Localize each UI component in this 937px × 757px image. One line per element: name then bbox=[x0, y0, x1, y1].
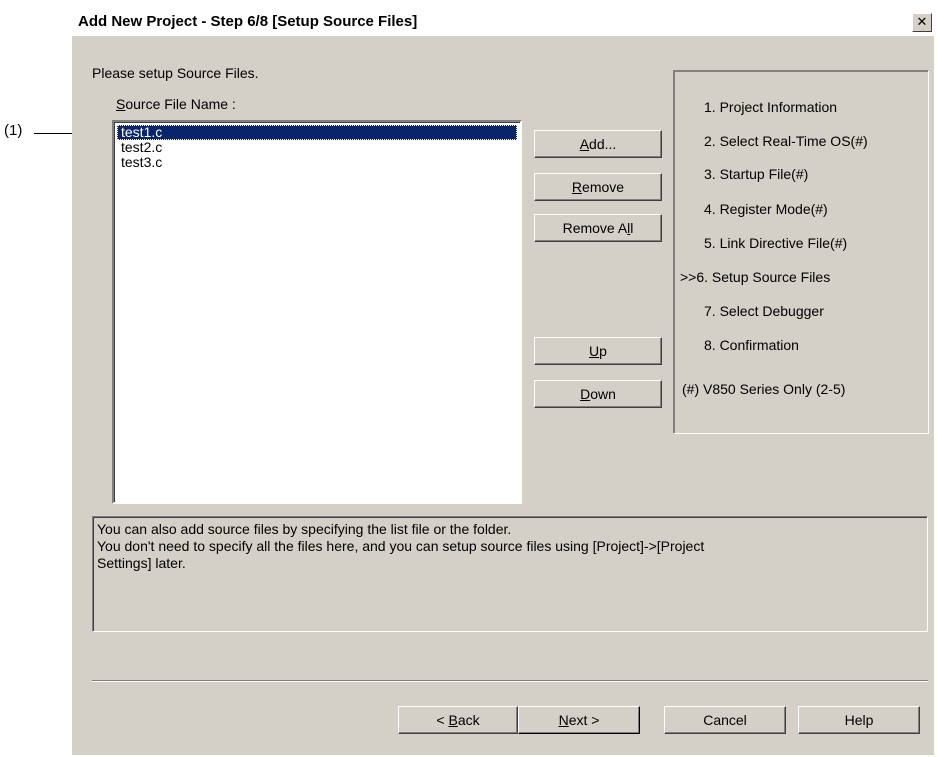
source-file-listbox[interactable]: test1.c test2.c test3.c bbox=[112, 120, 522, 504]
footer-separator bbox=[92, 680, 928, 682]
list-item[interactable]: test2.c bbox=[117, 140, 517, 155]
info-line: You don't need to specify all the files … bbox=[97, 538, 705, 554]
wizard-steps-panel: 1. Project Information 2. Select Real-Ti… bbox=[673, 70, 929, 434]
info-line: You can also add source files by specify… bbox=[97, 521, 512, 537]
next-button[interactable]: Next > bbox=[518, 706, 640, 734]
remove-button[interactable]: Remove bbox=[534, 173, 662, 201]
info-box: You can also add source files by specify… bbox=[92, 516, 928, 632]
step-5: 5. Link Directive File(#) bbox=[704, 235, 848, 251]
up-button[interactable]: Up bbox=[534, 337, 662, 365]
cancel-button[interactable]: Cancel bbox=[664, 706, 786, 734]
instruction-text: Please setup Source Files. bbox=[92, 65, 259, 81]
add-button[interactable]: Add... bbox=[534, 130, 662, 158]
source-file-name-label: Source File Name : bbox=[116, 96, 236, 112]
dialog-title: Add New Project - Step 6/8 [Setup Source… bbox=[78, 13, 418, 30]
callout-label: (1) bbox=[4, 122, 23, 139]
step-7: 7. Select Debugger bbox=[704, 303, 824, 319]
help-button[interactable]: Help bbox=[798, 706, 920, 734]
title-bar: Add New Project - Step 6/8 [Setup Source… bbox=[72, 10, 934, 36]
info-line: Settings] later. bbox=[97, 555, 186, 571]
down-button[interactable]: Down bbox=[534, 380, 662, 408]
list-item[interactable]: test1.c bbox=[117, 125, 517, 140]
remove-all-button[interactable]: Remove All bbox=[534, 214, 662, 242]
add-new-project-dialog: Add New Project - Step 6/8 [Setup Source… bbox=[72, 10, 934, 755]
step-4: 4. Register Mode(#) bbox=[704, 201, 828, 217]
step-1: 1. Project Information bbox=[704, 99, 838, 115]
close-icon[interactable]: ✕ bbox=[912, 13, 932, 32]
steps-note: (#) V850 Series Only (2-5) bbox=[682, 381, 846, 397]
step-2: 2. Select Real-Time OS(#) bbox=[704, 133, 868, 149]
back-button[interactable]: < Back bbox=[398, 706, 518, 734]
step-6-current: >>6. Setup Source Files bbox=[680, 269, 831, 285]
step-3: 3. Startup File(#) bbox=[704, 166, 809, 182]
step-8: 8. Confirmation bbox=[704, 337, 799, 353]
list-item[interactable]: test3.c bbox=[117, 155, 517, 170]
